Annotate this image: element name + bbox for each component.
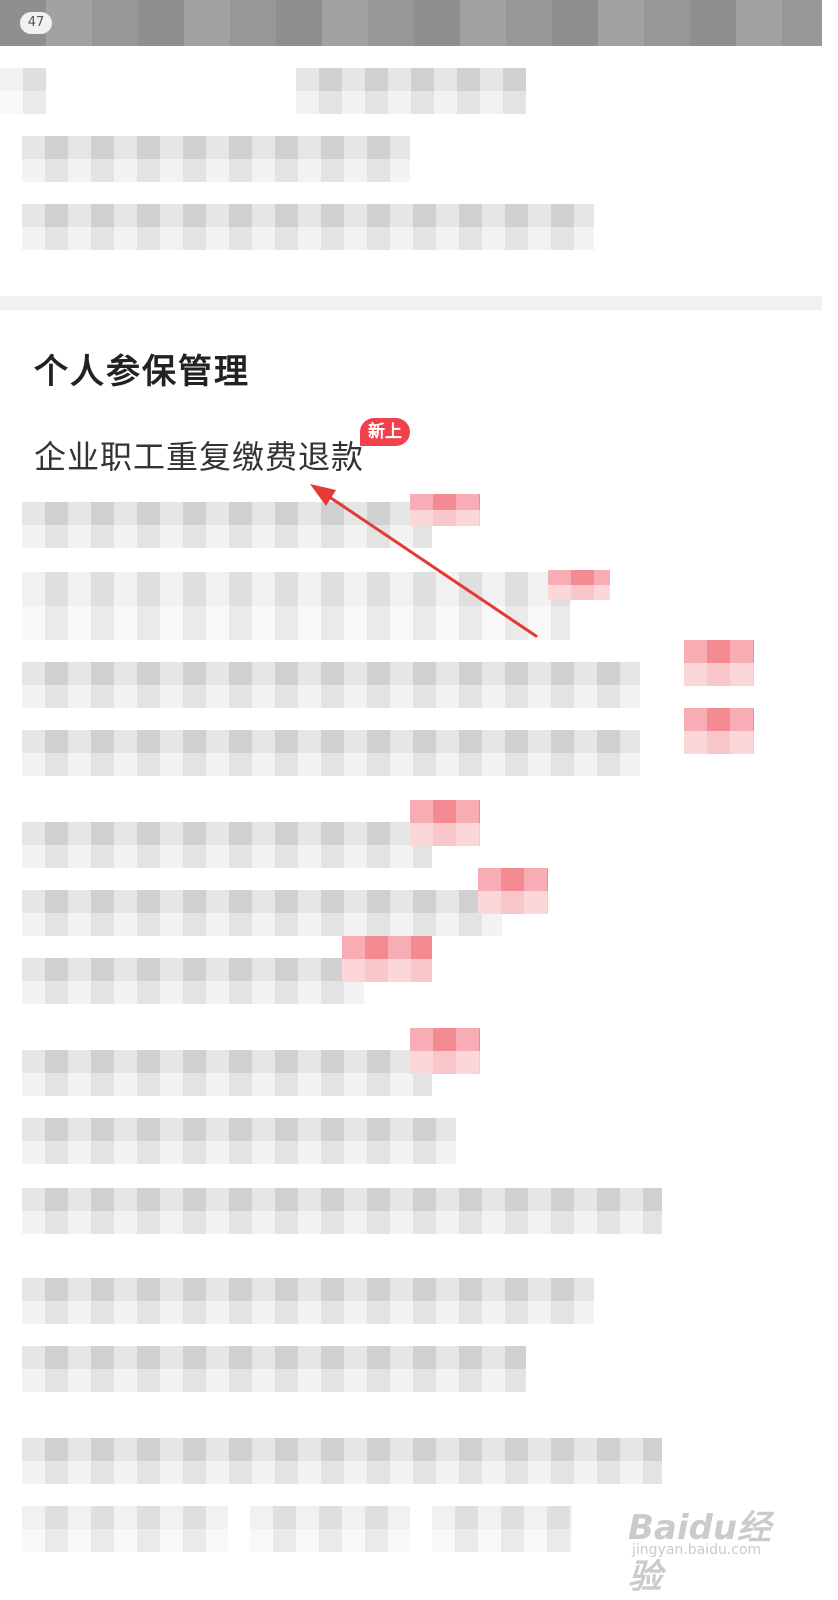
blurred-service-item[interactable] (22, 822, 432, 868)
blurred-service-item[interactable] (22, 1050, 432, 1096)
service-item-label: 企业职工重复缴费退款 (34, 438, 365, 476)
blurred-service-item[interactable] (22, 1118, 456, 1164)
blurred-new-badge (684, 708, 754, 754)
section-title: 个人参保管理 (34, 352, 250, 392)
blurred-new-badge (684, 640, 754, 686)
blurred-text-line (0, 68, 46, 114)
blurred-service-item[interactable] (22, 958, 364, 1004)
section-divider (0, 296, 822, 310)
blurred-new-badge (410, 1028, 480, 1074)
new-badge: 新上 (360, 418, 410, 446)
blurred-service-item[interactable] (22, 1278, 594, 1324)
blurred-new-badge (478, 868, 548, 914)
blurred-text-line (22, 204, 594, 250)
blurred-service-item[interactable] (22, 730, 640, 776)
watermark-url: jingyan.baidu.com (632, 1542, 762, 1558)
page-edge (822, 0, 838, 1600)
blurred-service-item[interactable] (22, 662, 640, 708)
status-bar: 47 (0, 0, 822, 46)
blurred-service-item[interactable] (22, 1506, 228, 1552)
blurred-text-line (22, 136, 410, 182)
blurred-service-item[interactable] (22, 890, 502, 936)
blurred-service-item[interactable] (250, 1506, 410, 1552)
notification-count-badge: 47 (20, 12, 52, 34)
top-info-card (0, 46, 822, 296)
blurred-new-badge (548, 570, 610, 600)
blurred-service-item[interactable] (22, 572, 570, 640)
blurred-service-item[interactable] (22, 502, 432, 548)
blurred-service-item[interactable] (22, 1188, 662, 1234)
baidu-watermark: Baidu经验 jingyan.baidu.com (628, 1500, 788, 1597)
blurred-new-badge (410, 494, 480, 526)
blurred-service-item[interactable] (22, 1438, 662, 1484)
blurred-text-line (296, 68, 526, 114)
blurred-service-item[interactable] (22, 1346, 526, 1392)
blurred-new-badge (342, 936, 432, 982)
blurred-new-badge (410, 800, 480, 846)
blurred-service-item[interactable] (432, 1506, 572, 1552)
